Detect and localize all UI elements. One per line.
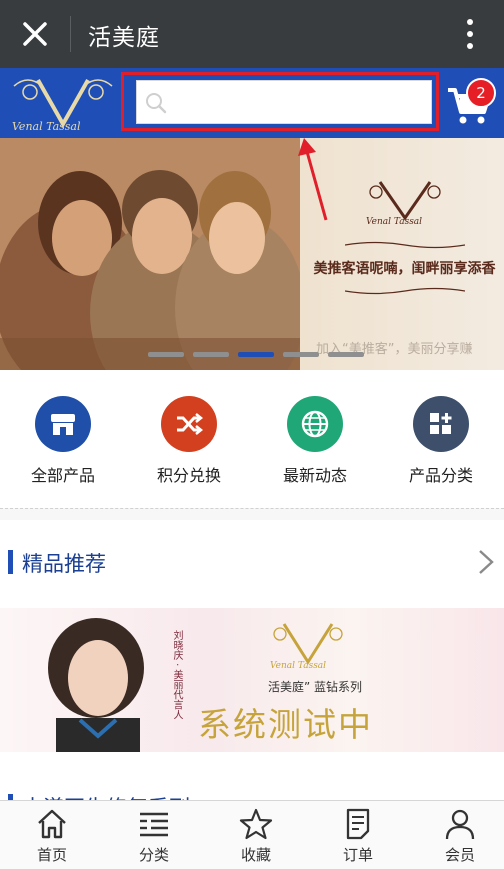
carousel-dot[interactable] (283, 352, 319, 357)
grid-plus-icon (413, 396, 469, 452)
spokesperson-image (48, 618, 144, 752)
section-title: 水漾再生修复系列 (22, 792, 190, 800)
tab-label: 订单 (342, 846, 373, 864)
home-icon (38, 809, 66, 839)
search-field[interactable] (136, 80, 432, 125)
quick-nav: 全部产品 积分兑换 最新动态 产品分类 (0, 370, 504, 508)
order-icon (346, 808, 370, 840)
quicknav-label: 产品分类 (408, 466, 473, 485)
banner-models-image (0, 138, 300, 370)
promo-banner[interactable]: Venal Tassal 美推客语呢喃，闺畔丽享添香 (0, 138, 504, 370)
cart-count-badge: 2 (466, 78, 496, 108)
user-icon (445, 809, 475, 840)
carousel-dot[interactable] (328, 352, 364, 357)
quicknav-label: 积分兑换 (156, 466, 221, 485)
section-title: 精品推荐 (22, 552, 106, 576)
page-title: 活美庭 (88, 25, 160, 51)
store-icon (35, 396, 91, 452)
list-icon (140, 812, 168, 837)
featured-section-header[interactable]: 精品推荐 (0, 520, 504, 608)
carousel-dot-active[interactable] (238, 352, 274, 357)
banner-slogan: 美推客语呢喃，闺畔丽享添香 (313, 261, 496, 277)
quicknav-points-exchange[interactable]: 积分兑换 (126, 396, 252, 486)
section-divider (0, 508, 504, 509)
search-input[interactable] (173, 81, 427, 125)
quicknav-news[interactable]: 最新动态 (252, 396, 378, 486)
chevron-right-icon[interactable] (474, 548, 498, 576)
close-icon[interactable] (18, 17, 52, 51)
tab-label: 会员 (444, 846, 475, 864)
star-icon (239, 808, 273, 840)
tab-category[interactable]: 分类 (104, 807, 204, 865)
shuffle-icon (161, 396, 217, 452)
tab-member[interactable]: 会员 (410, 807, 504, 865)
tab-label: 收藏 (240, 846, 271, 864)
app-titlebar: 活美庭 (0, 0, 504, 68)
carousel-dot[interactable] (193, 352, 229, 357)
ornament-divider-icon (345, 287, 465, 295)
banner-brand-text: Venal Tassal (366, 217, 422, 226)
section-accent-bar (8, 550, 13, 574)
featured-promo-banner[interactable]: 刘晓庆 · 美丽代言人 Venal Tassal 活美庭” 蓝钻系列 系统测试中 (0, 608, 504, 752)
globe-icon (287, 396, 343, 452)
tab-orders[interactable]: 订单 (308, 807, 408, 865)
bottom-tabbar: 首页 分类 收藏 订单 会员 (0, 800, 504, 869)
tab-label: 首页 (36, 846, 67, 864)
tab-label: 分类 (138, 846, 169, 864)
quicknav-label: 最新动态 (282, 466, 347, 485)
titlebar-divider (70, 16, 71, 52)
banner-brand-logo: Venal Tassal (366, 181, 441, 226)
brand-logo[interactable]: Venal Tassal (8, 72, 118, 134)
carousel-dot[interactable] (148, 352, 184, 357)
brand-logo-text: Venal Tassal (12, 120, 81, 133)
tab-home[interactable]: 首页 (2, 807, 102, 865)
quicknav-label: 全部产品 (30, 466, 95, 485)
annotation-arrow-icon (298, 138, 328, 221)
more-menu-icon[interactable] (460, 16, 480, 52)
hydration-section-header[interactable]: 水漾再生修复系列 (0, 752, 504, 800)
promo-status-text: 系统测试中 (198, 705, 373, 744)
promo-subtitle: 活美庭” 蓝钻系列 (268, 680, 363, 694)
quicknav-all-products[interactable]: 全部产品 (0, 396, 126, 486)
ornament-divider-icon (345, 241, 465, 249)
tab-favorites[interactable]: 收藏 (206, 807, 306, 865)
promo-vertical-text: 刘晓庆 · 美丽代言人 (171, 630, 182, 720)
quicknav-categories[interactable]: 产品分类 (378, 396, 504, 486)
promo-brand-logo: Venal Tassal (270, 623, 343, 670)
promo-brand-text: Venal Tassal (270, 661, 326, 670)
search-icon (146, 93, 167, 114)
